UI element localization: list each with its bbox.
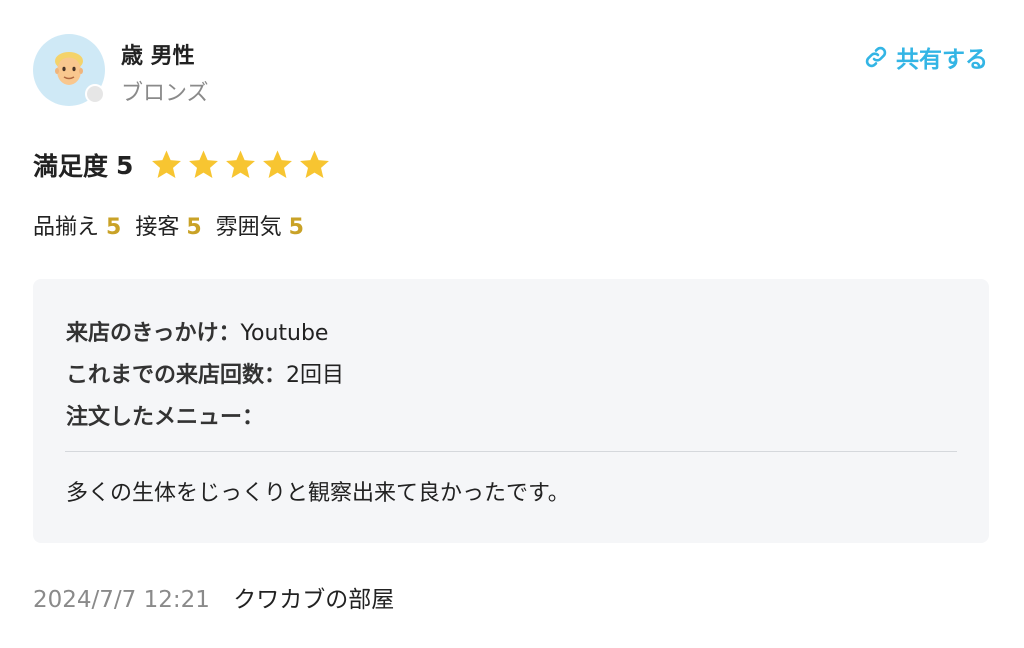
sub-rating-value: 5 <box>288 215 304 240</box>
visit-count-row: これまでの来店回数：2回目 <box>66 357 344 389</box>
review-footer: 2024/7/7 12:21 クワカブの部屋 <box>33 580 394 614</box>
review-detail-box: 来店のきっかけ：Youtube これまでの来店回数：2回目 注文したメニュー： … <box>33 279 989 543</box>
visit-count-value: 2回目 <box>286 363 345 388</box>
shop-name-link[interactable]: クワカブの部屋 <box>233 587 394 613</box>
avatar <box>33 34 105 106</box>
ordered-menu-label: 注文したメニュー： <box>66 405 265 430</box>
satisfaction-value: 5 <box>116 150 134 180</box>
visit-trigger-label: 来店のきっかけ： <box>66 321 241 346</box>
star-icon <box>300 150 330 179</box>
user-rank: ブロンズ <box>121 81 209 106</box>
share-label: 共有する <box>896 47 988 73</box>
sub-rating-label: 接客 <box>135 215 180 240</box>
ordered-menu-row: 注文したメニュー： <box>66 399 264 431</box>
visit-trigger-value: Youtube <box>240 321 329 346</box>
sub-rating-service: 接客 5 <box>135 209 201 241</box>
satisfaction-rating: 満足度 5 <box>33 147 332 183</box>
link-icon <box>865 46 887 68</box>
sub-rating-atmosphere: 雰囲気 5 <box>216 209 304 241</box>
visit-count-label: これまでの来店回数： <box>66 363 287 388</box>
star-rating <box>149 148 332 182</box>
sub-rating-selection: 品揃え 5 <box>33 209 121 241</box>
star-icon <box>226 150 256 179</box>
review-card: 歳 男性 ブロンズ 共有する 満足度 5 品揃え 5 接客 5 雰囲気 5 来店のきっ… <box>0 0 1024 648</box>
sub-rating-label: 雰囲気 <box>215 215 282 240</box>
star-icon <box>263 150 293 179</box>
share-button[interactable]: 共有する <box>864 40 988 74</box>
status-dot <box>85 84 105 104</box>
user-name: 歳 男性 <box>121 44 195 69</box>
sub-rating-label: 品揃え <box>33 215 100 240</box>
post-date: 2024/7/7 12:21 <box>33 587 210 613</box>
sub-rating-value: 5 <box>186 215 202 240</box>
satisfaction-label: 満足度 <box>33 152 109 181</box>
star-icon <box>152 150 182 179</box>
visit-trigger-row: 来店のきっかけ：Youtube <box>66 315 328 347</box>
sub-rating-value: 5 <box>106 215 122 240</box>
review-comment: 多くの生体をじっくりと観察出来て良かったです。 <box>66 481 570 506</box>
sub-ratings: 品揃え 5 接客 5 雰囲気 5 <box>33 209 318 241</box>
man-face-icon <box>55 52 83 85</box>
divider <box>65 451 957 452</box>
star-icon <box>189 150 219 179</box>
